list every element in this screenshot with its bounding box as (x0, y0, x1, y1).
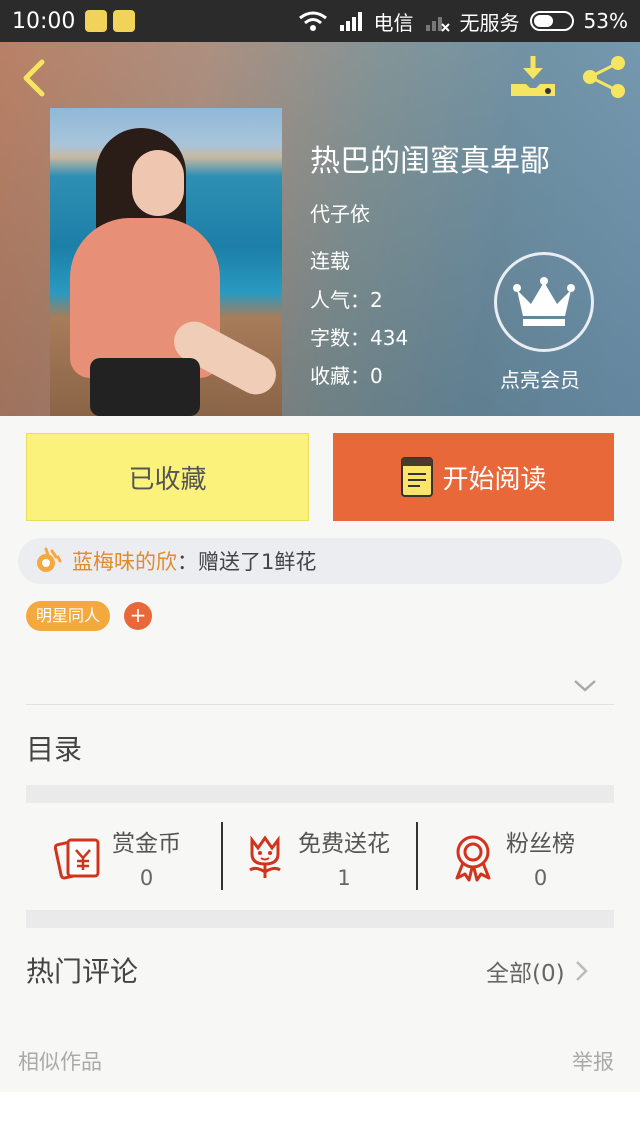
stat-free-flowers[interactable]: 免费送花 1 (240, 824, 390, 894)
gift-message: ：赠送了1鲜花 (177, 550, 317, 574)
back-arrow-icon[interactable] (18, 56, 50, 100)
share-icon[interactable] (580, 54, 630, 100)
hot-comments-title: 热门评论 (26, 955, 139, 988)
book-word-count: 字数：434 (310, 326, 409, 350)
stat-label: 粉丝榜 (506, 831, 575, 857)
no-signal-icon (425, 17, 450, 32)
all-comments-link[interactable]: 全部(0) (486, 954, 589, 988)
divider (416, 822, 418, 890)
battery-icon (529, 11, 574, 31)
book-popularity: 人气：2 (310, 288, 383, 312)
table-of-contents-title[interactable]: 目录 (26, 728, 82, 768)
book-icon (401, 457, 434, 497)
vip-label[interactable]: 点亮会员 (500, 364, 580, 393)
report-button[interactable]: 举报 (572, 1046, 614, 1076)
stat-label: 赏金币 (112, 831, 181, 857)
add-tag-button[interactable]: + (124, 602, 152, 630)
favorited-button[interactable]: 已收藏 (26, 433, 309, 521)
start-reading-label: 开始阅读 (442, 464, 547, 495)
stat-reward-coins[interactable]: 赏金币 0 (54, 824, 181, 894)
book-title: 热巴的闺蜜真卑鄙 (310, 144, 550, 179)
service-label: 无服务 (459, 10, 520, 35)
section-separator (26, 910, 614, 928)
red-envelope-icon (54, 838, 100, 880)
gift-flower-icon (37, 547, 62, 572)
book-cover-image[interactable] (50, 108, 282, 416)
book-author[interactable]: 代子依 (310, 198, 370, 227)
flower-icon (249, 835, 281, 878)
status-time: 10:00 (12, 8, 76, 34)
signal-icon (339, 12, 362, 31)
book-status: 连载 (310, 249, 350, 273)
carrier-label: 电信 (373, 10, 414, 35)
divider (221, 822, 223, 890)
stat-fan-ranking[interactable]: 粉丝榜 0 (448, 824, 575, 894)
stat-value: 1 (337, 866, 351, 890)
similar-works-label: 相似作品 (18, 1050, 102, 1074)
book-header: 热巴的闺蜜真卑鄙 代子依 连载 人气：2 字数：434 收藏：0 点亮会员 (0, 42, 640, 416)
favorited-label: 已收藏 (128, 464, 207, 495)
crown-icon (513, 277, 575, 326)
stat-value: 0 (139, 866, 154, 890)
notification-app-icon (113, 10, 136, 32)
start-reading-button[interactable]: 开始阅读 (333, 433, 614, 521)
section-separator (26, 785, 614, 803)
status-bar: 10:00 电信 无服务 53% (0, 0, 640, 42)
gift-notice[interactable]: 蓝梅味的欣 ：赠送了1鲜花 (18, 538, 622, 584)
gift-username[interactable]: 蓝梅味的欣 (72, 546, 177, 576)
wifi-icon (298, 11, 327, 31)
medal-icon (455, 835, 491, 882)
download-icon[interactable] (508, 54, 558, 100)
vip-crown-button[interactable] (494, 252, 594, 352)
stat-label: 免费送花 (298, 831, 390, 857)
tag-chip[interactable]: 明星同人 (26, 601, 111, 631)
book-favorites: 收藏：0 (310, 364, 383, 388)
all-comments-label: 全部(0) (486, 961, 565, 987)
chevron-right-icon (575, 961, 588, 981)
battery-percent: 53% (583, 9, 628, 33)
similar-works-list (0, 1092, 640, 1138)
chevron-down-icon[interactable] (572, 676, 598, 696)
notification-app-icon (85, 10, 108, 32)
divider (26, 704, 614, 705)
stat-value: 0 (533, 866, 548, 890)
